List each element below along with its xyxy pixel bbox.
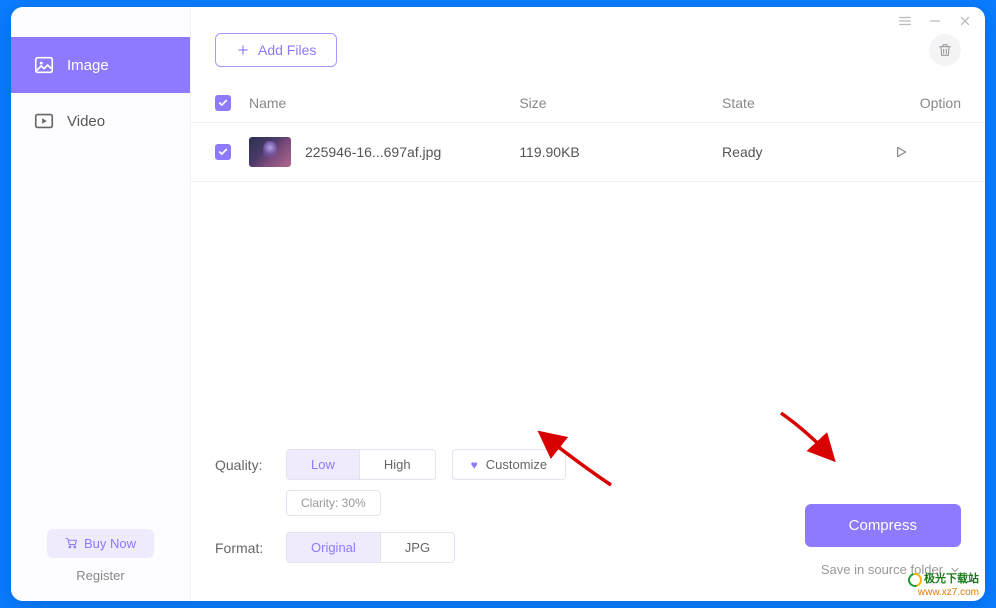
video-icon <box>33 110 55 132</box>
check-icon <box>218 98 228 108</box>
sidebar-bottom: Buy Now Register <box>11 529 190 601</box>
main-panel: Add Files Name Size State Option <box>191 7 985 601</box>
file-state: Ready <box>722 144 891 160</box>
compress-button[interactable]: Compress <box>805 504 961 547</box>
toolbar: Add Files <box>191 7 985 85</box>
sidebar-item-label: Video <box>67 113 105 130</box>
quality-high-button[interactable]: High <box>359 450 435 479</box>
table-header: Name Size State Option <box>191 85 985 122</box>
quality-row: Quality: Low High ♥ Customize <box>215 449 961 480</box>
table-row[interactable]: 225946-16...697af.jpg 119.90KB Ready <box>191 122 985 182</box>
format-segment: Original JPG <box>286 532 455 563</box>
check-icon <box>218 147 228 157</box>
column-header-name: Name <box>249 95 519 111</box>
add-files-button[interactable]: Add Files <box>215 33 337 67</box>
column-header-option: Option <box>891 95 961 111</box>
sidebar-item-label: Image <box>67 57 109 74</box>
buy-now-label: Buy Now <box>84 536 136 551</box>
quality-segment: Low High <box>286 449 436 480</box>
format-label: Format: <box>215 540 270 556</box>
plus-icon <box>236 43 250 57</box>
sidebar: Image Video Buy Now Register <box>11 7 191 601</box>
row-checkbox[interactable] <box>215 144 231 160</box>
column-header-state: State <box>722 95 891 111</box>
sidebar-item-image[interactable]: Image <box>11 37 190 93</box>
trash-icon <box>937 42 953 58</box>
bottom-controls: Quality: Low High ♥ Customize Clarity: 3… <box>191 449 985 601</box>
file-size: 119.90KB <box>519 144 722 160</box>
add-files-label: Add Files <box>258 42 316 58</box>
select-all-checkbox[interactable] <box>215 95 231 111</box>
customize-button[interactable]: ♥ Customize <box>452 449 567 480</box>
watermark-text-top: 极光下载站 <box>924 573 979 586</box>
format-original-button[interactable]: Original <box>287 533 380 562</box>
delete-all-button[interactable] <box>929 34 961 66</box>
customize-label: Customize <box>486 457 547 472</box>
watermark-text-bottom: www.xz7.com <box>908 587 979 599</box>
clarity-value: Clarity: 30% <box>286 490 381 516</box>
sidebar-item-video[interactable]: Video <box>11 93 190 149</box>
column-header-size: Size <box>519 95 722 111</box>
cart-icon <box>65 537 78 550</box>
watermark: 极光下载站 www.xz7.com <box>908 573 979 599</box>
app-window: Image Video Buy Now Register Add Files <box>11 7 985 601</box>
heart-icon: ♥ <box>471 458 478 472</box>
image-icon <box>33 54 55 76</box>
file-name: 225946-16...697af.jpg <box>305 144 441 160</box>
play-icon <box>893 144 909 160</box>
row-action-button[interactable] <box>891 142 911 162</box>
register-link[interactable]: Register <box>76 568 124 583</box>
format-jpg-button[interactable]: JPG <box>380 533 454 562</box>
quality-low-button[interactable]: Low <box>287 450 359 479</box>
file-thumbnail <box>249 137 291 167</box>
buy-now-button[interactable]: Buy Now <box>47 529 154 558</box>
quality-label: Quality: <box>215 457 270 473</box>
